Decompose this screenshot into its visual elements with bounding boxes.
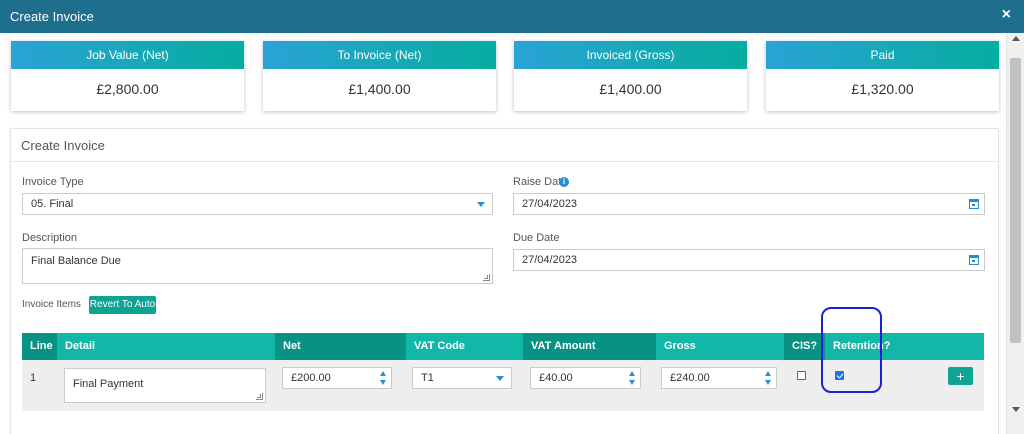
cis-checkbox[interactable]: [797, 371, 806, 380]
scrollbar[interactable]: [1006, 33, 1024, 434]
resize-grip-icon[interactable]: [256, 393, 263, 400]
column-header-line: Line: [22, 333, 57, 360]
invoice-items-label: Invoice Items: [22, 299, 81, 310]
net-value: £200.00: [291, 372, 331, 384]
summary-card-label: Job Value (Net): [11, 41, 244, 69]
panel-divider: [11, 161, 998, 162]
column-header-vat-code: VAT Code: [406, 333, 523, 360]
summary-card-value: £1,400.00: [348, 81, 411, 97]
summary-card-to-invoice: To Invoice (Net) £1,400.00: [263, 41, 496, 111]
description-label: Description: [22, 232, 78, 244]
column-header-detail: Detail: [57, 333, 275, 360]
gross-input[interactable]: £240.00: [661, 367, 777, 389]
due-date-input[interactable]: 27/04/2023: [513, 249, 985, 271]
detail-value: Final Payment: [73, 378, 144, 390]
chevron-down-icon: [496, 376, 504, 381]
modal-title: Create Invoice: [10, 9, 94, 24]
summary-card-label: To Invoice (Net): [263, 41, 496, 69]
create-invoice-modal: Create Invoice × Job Value (Net) £2,800.…: [0, 0, 1024, 434]
scroll-thumb[interactable]: [1010, 58, 1021, 343]
vat-code-value: T1: [421, 372, 434, 384]
raise-date-value: 27/04/2023: [522, 198, 578, 210]
due-date-value: 27/04/2023: [522, 254, 578, 266]
revert-to-auto-button[interactable]: Revert To Auto: [89, 296, 156, 314]
vat-code-select[interactable]: T1: [412, 367, 512, 389]
calendar-icon[interactable]: [969, 255, 979, 265]
chevron-down-icon: [477, 202, 485, 207]
row-line-number: 1: [30, 372, 37, 384]
resize-grip-icon[interactable]: [483, 274, 490, 281]
spinner-icon[interactable]: [379, 370, 388, 386]
spinner-icon[interactable]: [764, 370, 773, 386]
modal-header: Create Invoice ×: [0, 0, 1024, 33]
scroll-down-icon[interactable]: [1012, 407, 1020, 412]
raise-date-input[interactable]: 27/04/2023: [513, 193, 985, 215]
scroll-up-icon[interactable]: [1012, 36, 1020, 41]
calendar-icon[interactable]: [969, 199, 979, 209]
close-icon[interactable]: ×: [1002, 7, 1011, 23]
column-header-cis: CIS?: [784, 333, 825, 360]
net-input[interactable]: £200.00: [282, 367, 392, 389]
summary-card-value: £1,320.00: [851, 81, 914, 97]
due-date-label: Due Date: [513, 232, 560, 244]
invoice-type-label: Invoice Type: [22, 176, 84, 188]
summary-card-job-value: Job Value (Net) £2,800.00: [11, 41, 244, 111]
vat-amount-value: £40.00: [539, 372, 573, 384]
summary-card-value: £1,400.00: [599, 81, 662, 97]
summary-card-label: Paid: [766, 41, 999, 69]
retention-highlight-ring: [821, 307, 882, 393]
gross-value: £240.00: [670, 372, 710, 384]
summary-card-value: £2,800.00: [96, 81, 159, 97]
description-textarea[interactable]: Final Balance Due: [22, 248, 493, 284]
summary-card-invoiced: Invoiced (Gross) £1,400.00: [514, 41, 747, 111]
summary-card-paid: Paid £1,320.00: [766, 41, 999, 111]
column-header-net: Net: [275, 333, 406, 360]
add-line-button[interactable]: +: [948, 367, 973, 385]
info-icon[interactable]: i: [559, 177, 569, 187]
spinner-icon[interactable]: [628, 370, 637, 386]
detail-textarea[interactable]: Final Payment: [64, 368, 266, 403]
column-header-gross: Gross: [656, 333, 784, 360]
summary-card-label: Invoiced (Gross): [514, 41, 747, 69]
column-header-vat-amount: VAT Amount: [523, 333, 656, 360]
invoice-type-value: 05. Final: [31, 198, 74, 210]
invoice-type-select[interactable]: 05. Final: [22, 193, 493, 215]
plus-icon: +: [956, 368, 965, 384]
description-value: Final Balance Due: [31, 255, 121, 267]
vat-amount-input[interactable]: £40.00: [530, 367, 641, 389]
panel-title: Create Invoice: [21, 138, 105, 153]
